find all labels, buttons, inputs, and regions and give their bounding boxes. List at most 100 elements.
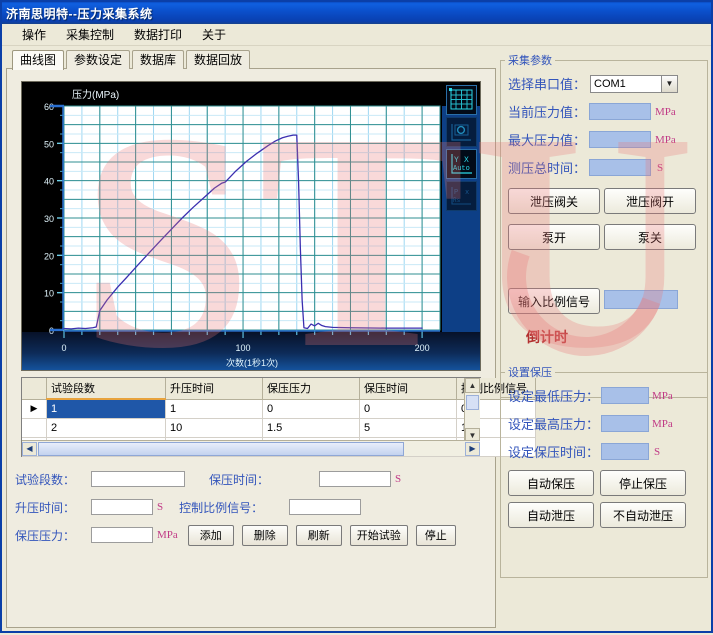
acquisition-legend: 采集参数: [505, 52, 555, 68]
cell-hold-pressure[interactable]: 0: [263, 399, 360, 419]
cell-hold-pressure[interactable]: 1.5: [263, 419, 360, 438]
label-min-pressure: 设定最低压力：: [508, 386, 599, 405]
table-row[interactable]: 2 10 1.5 5 1: [22, 419, 536, 438]
zoom-box-icon[interactable]: [446, 117, 477, 147]
col-hold-pressure[interactable]: 保压压力: [263, 378, 360, 399]
table-vertical-scrollbar[interactable]: ▲ ▼: [464, 378, 480, 442]
unit-set-hold-time: S: [654, 446, 660, 458]
svg-text:Y: Y: [454, 156, 459, 165]
pressure-chart[interactable]: 01020304050600100200压力(MPa)次数(1秒1次): [21, 81, 481, 371]
refresh-button[interactable]: 刷新: [296, 525, 342, 546]
unit-max-set-pressure: MPa: [652, 418, 673, 430]
port-select-value: COM1: [594, 78, 626, 90]
unit-current-pressure: MPa: [655, 106, 676, 118]
input-control-signal[interactable]: [289, 499, 361, 515]
menu-item-data-print[interactable]: 数据打印: [124, 24, 192, 45]
set-hold-time-field[interactable]: [601, 443, 649, 460]
input-hold-time[interactable]: [319, 471, 391, 487]
label-test-segment: 试验段数：: [15, 471, 91, 488]
axis-auto-icon[interactable]: Y X Auto: [446, 149, 477, 179]
input-test-segment[interactable]: [91, 471, 185, 487]
svg-text:0: 0: [61, 343, 66, 353]
input-proportional-signal-button[interactable]: 输入比例信号: [508, 288, 600, 314]
tab-parameter-settings[interactable]: 参数设定: [66, 50, 130, 69]
max-pressure-row: 最大压力值： MPa: [508, 130, 706, 149]
left-region: 曲线图 参数设定 数据库 数据回放 01020304050600100200压力…: [6, 50, 496, 628]
hscroll-thumb[interactable]: [38, 442, 404, 456]
menu-item-about[interactable]: 关于: [192, 24, 236, 45]
unit-hold-time: S: [395, 473, 401, 485]
unit-max-pressure: MPa: [655, 134, 676, 146]
col-hold-time[interactable]: 保压时间: [360, 378, 457, 399]
table-header-row: 试验段数 升压时间 保压压力 保压时间 控制比例信号: [22, 378, 536, 399]
cell-rise-time[interactable]: 1: [166, 399, 263, 419]
label-max-set-pressure: 设定最高压力：: [508, 414, 599, 433]
col-rise-time[interactable]: 升压时间: [166, 378, 263, 399]
menu-item-operation[interactable]: 操作: [12, 24, 56, 45]
label-current-pressure: 当前压力值：: [508, 102, 586, 121]
auto-hold-button[interactable]: 自动保压: [508, 470, 594, 496]
scroll-right-arrow[interactable]: ▶: [465, 442, 480, 456]
vscroll-thumb[interactable]: [466, 395, 479, 410]
row-marker: [22, 419, 47, 438]
chevron-down-icon[interactable]: ▼: [661, 76, 677, 92]
holding-legend: 设置保压: [505, 364, 555, 380]
relief-valve-open-button[interactable]: 泄压阀开: [604, 188, 696, 214]
unit-hold-pressure: MPa: [157, 529, 178, 541]
svg-text:P: P: [454, 189, 458, 197]
scroll-up-arrow[interactable]: ▲: [465, 378, 480, 393]
add-button[interactable]: 添加: [188, 525, 234, 546]
table-horizontal-scrollbar[interactable]: ◀ ▶: [22, 440, 480, 456]
svg-text:次数(1秒1次): 次数(1秒1次): [226, 357, 278, 368]
label-max-pressure: 最大压力值：: [508, 130, 586, 149]
svg-text:40: 40: [44, 177, 54, 187]
grid-icon[interactable]: [446, 85, 477, 115]
max-pressure-field[interactable]: [589, 131, 651, 148]
input-hold-pressure[interactable]: [91, 527, 153, 543]
menu-bar: 操作 采集控制 数据打印 关于: [2, 24, 711, 46]
tab-database[interactable]: 数据库: [132, 50, 184, 69]
input-rise-time[interactable]: [91, 499, 153, 515]
unit-total-time: S: [657, 162, 663, 174]
pan-icon[interactable]: P x Rs: [446, 181, 477, 211]
unit-min-pressure: MPa: [652, 390, 673, 402]
scroll-left-arrow[interactable]: ◀: [22, 442, 37, 456]
hscroll-track[interactable]: [405, 443, 465, 455]
current-pressure-field[interactable]: [589, 103, 651, 120]
pump-off-button[interactable]: 泵关: [604, 224, 696, 250]
label-select-port: 选择串口值：: [508, 74, 586, 93]
tab-curve-chart[interactable]: 曲线图: [12, 50, 64, 70]
delete-button[interactable]: 删除: [242, 525, 288, 546]
cell-rise-time[interactable]: 10: [166, 419, 263, 438]
test-segment-table[interactable]: 试验段数 升压时间 保压压力 保压时间 控制比例信号 ▶ 1 1 0: [21, 377, 481, 457]
menu-item-acquisition-control[interactable]: 采集控制: [56, 24, 124, 45]
start-test-button[interactable]: 开始试验: [350, 525, 408, 546]
label-hold-pressure: 保压压力：: [15, 527, 91, 544]
svg-text:20: 20: [44, 251, 54, 261]
max-set-pressure-field[interactable]: [601, 415, 649, 432]
auto-relief-button[interactable]: 自动泄压: [508, 502, 594, 528]
stop-button[interactable]: 停止: [416, 525, 456, 546]
proportional-signal-field[interactable]: [604, 290, 678, 309]
no-auto-relief-button[interactable]: 不自动泄压: [600, 502, 686, 528]
stop-hold-button[interactable]: 停止保压: [600, 470, 686, 496]
pump-on-button[interactable]: 泵开: [508, 224, 600, 250]
chart-canvas: 01020304050600100200压力(MPa)次数(1秒1次): [22, 82, 480, 370]
relief-valve-close-button[interactable]: 泄压阀关: [508, 188, 600, 214]
cell-hold-time[interactable]: 5: [360, 419, 457, 438]
cell-hold-time[interactable]: 0: [360, 399, 457, 419]
port-select[interactable]: COM1 ▼: [590, 75, 678, 93]
right-panel: 采集参数 选择串口值： COM1 ▼ 当前压力值： MPa 最大压力值： MPa…: [500, 46, 710, 630]
cell-test-segment[interactable]: 1: [47, 399, 166, 419]
table-row[interactable]: ▶ 1 1 0 0 0: [22, 399, 536, 419]
hold-time-row: 设定保压时间： S: [508, 442, 708, 461]
row-header-corner: [22, 378, 47, 399]
cell-test-segment[interactable]: 2: [47, 419, 166, 438]
total-time-field[interactable]: [589, 159, 651, 176]
tab-data-playback[interactable]: 数据回放: [186, 50, 250, 69]
label-total-time: 测压总时间：: [508, 158, 586, 177]
col-test-segment[interactable]: 试验段数: [47, 378, 166, 399]
form-row-3: 保压压力： MPa 添加 删除 刷新 开始试验 停止: [15, 521, 489, 549]
min-pressure-field[interactable]: [601, 387, 649, 404]
svg-text:50: 50: [44, 139, 54, 149]
